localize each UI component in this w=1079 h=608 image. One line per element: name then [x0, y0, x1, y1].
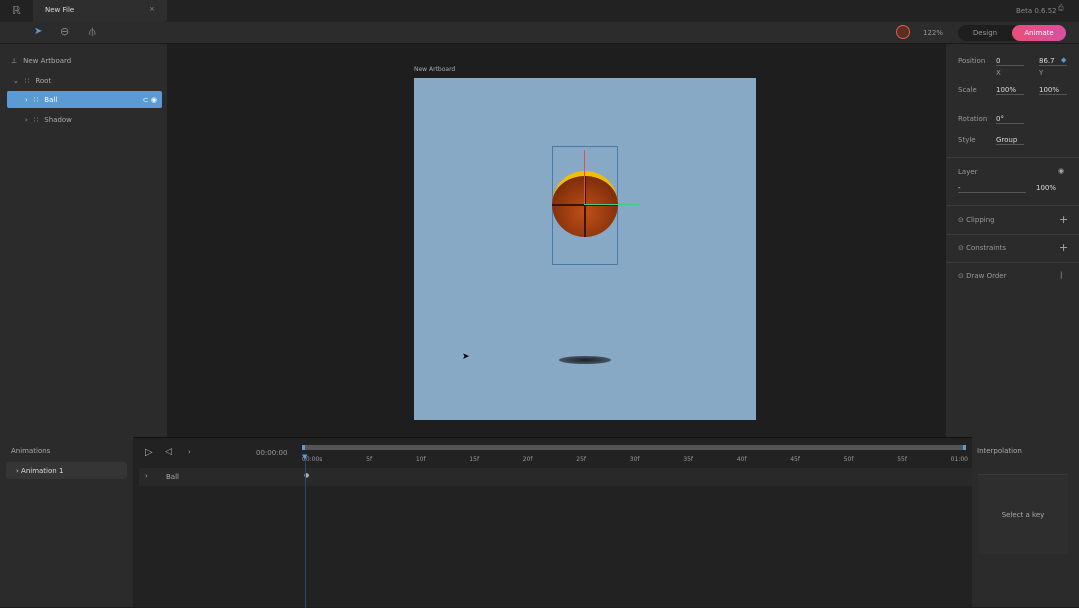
more-icon[interactable]: | [1060, 271, 1062, 279]
chevron-right-icon[interactable]: › [25, 96, 28, 104]
zoom-level[interactable]: 122% [923, 29, 943, 37]
keyframe-icon[interactable]: ◆ [1061, 56, 1066, 64]
item-label: Root [35, 76, 52, 85]
position-x-input[interactable]: 0 [996, 57, 1024, 66]
logo-icon[interactable]: ℝ [12, 4, 21, 17]
tick-label: 30f [629, 456, 640, 463]
animate-mode-button[interactable]: Animate [1012, 25, 1066, 41]
style-select[interactable]: Group [996, 136, 1024, 145]
clipping-label: Clipping [966, 216, 995, 224]
timeline-scrollbar[interactable] [302, 445, 966, 450]
playhead[interactable] [305, 455, 306, 608]
position-label: Position [958, 57, 986, 65]
tick-label: 01:00 [950, 456, 968, 463]
close-icon[interactable]: × [149, 5, 155, 13]
artboard-label: New Artboard [23, 56, 72, 65]
chevron-down-icon[interactable]: ⌄ [13, 77, 19, 85]
hierarchy-item-ball[interactable]: › ∷ Ball ⊂ ◉ [7, 91, 162, 108]
draw-order-label: Draw Order [966, 272, 1007, 280]
tick-label: 10f [415, 456, 426, 463]
interpolation-editor: Select a key [978, 474, 1068, 554]
tick-label: 45f [790, 456, 800, 463]
tab-new-file[interactable]: New File × [33, 0, 167, 22]
group-icon: ∷ [33, 115, 39, 124]
scale-y-input[interactable]: 100% [1039, 86, 1067, 95]
lock-eye-icon[interactable]: ⊂ ◉ [143, 96, 157, 104]
tick-label: 35f [683, 456, 693, 463]
item-label: Shadow [44, 115, 72, 124]
draw-order-section[interactable]: ⊙ Draw Order [958, 272, 1007, 280]
eye-icon[interactable]: ◉ [1058, 167, 1064, 175]
add-icon[interactable]: + [1059, 241, 1068, 254]
timeline-panel: ▷ ◁ › 00:00:00 00:00s 5f 10f 15f 20f 25f 30f 35… [0, 437, 1079, 608]
y-axis-handle[interactable] [584, 150, 585, 205]
opacity-input[interactable]: 100% [1036, 184, 1056, 192]
hierarchy-panel: ⊥ New Artboard ⌄ ∷ Root › ∷ Ball ⊂ ◉ › ∷ Shadow [0, 44, 167, 437]
select-tool-icon[interactable]: ➤ [34, 26, 42, 37]
empty-message: Select a key [1001, 510, 1045, 519]
tick-label: 15f [469, 456, 480, 463]
chevron-right-icon[interactable]: › [25, 116, 28, 124]
avatar[interactable] [896, 25, 910, 39]
artboard-item[interactable]: ⊥ New Artboard [7, 52, 162, 69]
time-display[interactable]: 00:00:00 [256, 449, 287, 457]
scale-label: Scale [958, 86, 977, 94]
y-label: Y [1039, 69, 1044, 77]
tick-label: 40f [736, 456, 747, 463]
toolbar: ➤ ⊖ ⫛ 122% Design Animate [0, 22, 1079, 44]
mode-toggle: Design Animate [958, 25, 1066, 41]
playhead-icon[interactable]: ▼ [302, 453, 307, 461]
hierarchy-item-root[interactable]: ⌄ ∷ Root [7, 72, 162, 89]
clipping-section[interactable]: ⊙ Clipping [958, 216, 995, 224]
step-back-icon[interactable]: ◁ [165, 447, 172, 457]
constraints-label: Constraints [966, 244, 1007, 252]
animation-label: Animation 1 [21, 467, 64, 475]
tab-title: New File [45, 6, 75, 14]
shape-tool-icon[interactable]: ⊖ [60, 25, 69, 38]
tick-label: 55f [897, 456, 907, 463]
artboard-icon: ⊥ [11, 56, 18, 65]
shadow-ellipse[interactable] [559, 356, 611, 364]
x-label: X [996, 69, 1001, 77]
inspector-panel: Position 0 86.7 ◆ X Y Scale 100% 100% Ro… [946, 44, 1079, 437]
track-label: Ball [166, 473, 179, 481]
track-row-ball[interactable]: › Ball ● [139, 468, 972, 486]
tick-label: 5f [366, 456, 373, 463]
tab-bar: ℝ New File × Beta 0.6.52 ⎙ [0, 0, 1079, 22]
scale-x-input[interactable]: 100% [996, 86, 1024, 95]
timeline-ruler[interactable]: 00:00s 5f 10f 15f 20f 25f 30f 35f 40f 45f 50f 55f 01… [302, 456, 968, 468]
tick-label: 20f [522, 456, 533, 463]
hierarchy-item-shadow[interactable]: › ∷ Shadow [7, 111, 162, 128]
interpolation-title: Interpolation [977, 447, 1022, 455]
animations-title: Animations [11, 447, 51, 455]
layer-label: Layer [958, 168, 978, 176]
export-icon[interactable]: ⎙ [1058, 4, 1064, 13]
bone-tool-icon[interactable]: ⫛ [89, 25, 96, 39]
loop-icon[interactable]: › [188, 448, 191, 456]
group-icon: ∷ [33, 95, 39, 104]
animation-item[interactable]: › Animation 1 [6, 462, 127, 479]
chevron-right-icon[interactable]: › [145, 472, 148, 480]
design-mode-button[interactable]: Design [958, 25, 1012, 41]
constraints-section[interactable]: ⊙ Constraints [958, 244, 1006, 252]
add-icon[interactable]: + [1059, 213, 1068, 226]
item-label: Ball [44, 95, 58, 104]
tick-label: 50f [843, 456, 854, 463]
play-icon[interactable]: ▷ [145, 447, 153, 458]
cursor-icon: ➤ [462, 352, 470, 362]
rotation-label: Rotation [958, 115, 988, 123]
artboard-label: New Artboard [414, 66, 456, 73]
version-label: Beta 0.6.52 [1016, 7, 1057, 15]
style-label: Style [958, 136, 976, 144]
interpolation-panel: Interpolation Select a key [972, 437, 1079, 607]
tick-label: 25f [576, 456, 587, 463]
blend-mode-select[interactable]: - [958, 184, 1026, 193]
rotation-input[interactable]: 0° [996, 115, 1024, 124]
x-axis-handle[interactable] [584, 204, 639, 205]
group-icon: ∷ [24, 76, 30, 85]
animations-panel: Animations › Animation 1 [0, 437, 133, 607]
